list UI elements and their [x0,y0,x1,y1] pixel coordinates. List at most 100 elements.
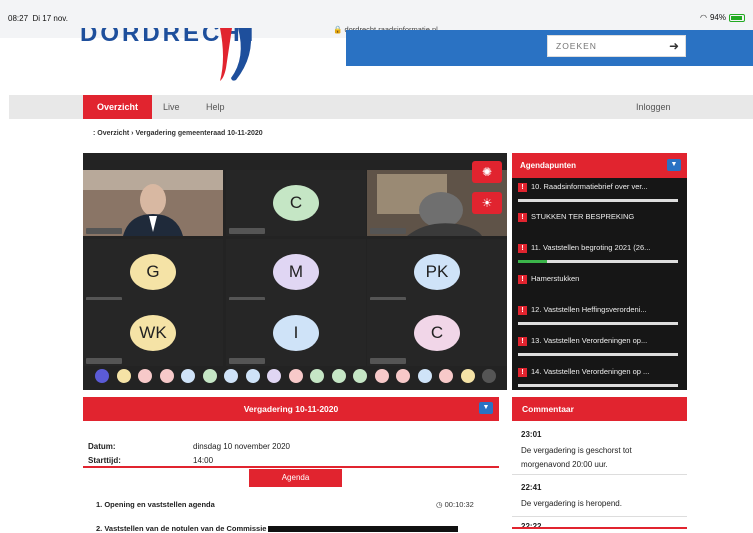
meeting-start: Starttijd: 14:00 [88,456,214,465]
tab-agenda[interactable]: Agenda [249,469,342,487]
participant-avatar: WK [130,315,176,351]
search-box[interactable]: ➜ [547,35,686,57]
meeting-title: Vergadering 10-11-2020 [243,404,339,414]
comment-time: 22:41 [521,483,542,492]
participant-tile: G [83,239,223,305]
participant-dot-avatar[interactable] [396,369,410,383]
tab-overzicht[interactable]: Overzicht [83,95,153,119]
meeting-date: Datum: dinsdag 10 november 2020 [88,442,290,451]
battery-icon [729,13,745,22]
participant-name-tag [229,358,265,364]
participant-dot-avatar[interactable] [331,369,346,383]
gear-icon: ✺ [481,165,493,179]
divider [512,527,687,529]
participant-name-tag [229,228,265,234]
search-input[interactable] [548,36,658,56]
participant-avatar: PK [414,254,460,290]
participant-tile: WK [83,300,223,366]
alert-icon: ! [518,212,527,222]
agenda-panel-header: Agendapunten ▼ [512,153,687,178]
alert-icon: ! [518,243,527,253]
agenda-item[interactable]: ! 10. Raadsinformatiebrief over ver... [518,182,683,206]
alert-icon: ! [518,305,527,315]
item-progress [518,353,678,356]
site-logo[interactable]: DORDRECHT [80,28,270,83]
item-progress [518,199,678,202]
comment-text: De vergadering is heropend. [521,499,622,508]
battery-indicator: ◠ 94% [700,13,745,22]
login-link[interactable]: Inloggen [636,95,671,119]
item-progress [518,384,678,387]
agenda-row-duration: ◷ 00:10:32 [436,500,474,509]
participant-dot-avatar[interactable] [95,369,109,383]
participant-name-tag [86,228,122,234]
participant-avatar: I [273,315,319,351]
sun-icon: ☀ [481,196,493,210]
comments-header: Commentaar [512,397,687,421]
divider [83,466,499,468]
participant-dot-avatar[interactable] [159,369,174,383]
participant-dot-avatar[interactable] [116,369,131,383]
participant-name-tag [86,358,122,364]
meeting-header[interactable]: Vergadering 10-11-2020 ▼ [83,397,499,421]
breadcrumb: : Overzicht › Vergadering gemeenteraad 1… [93,130,263,137]
agenda-panel: Agendapunten ▼ ! 10. Raadsinformatiebrief … [512,153,687,390]
redacted-text [268,526,459,533]
divider [512,516,687,517]
participant-tile: PK [367,239,507,305]
participant-dot-avatar[interactable] [267,369,281,383]
participant-avatar: C [273,185,319,221]
search-arrow-icon[interactable]: ➜ [669,39,679,53]
divider [512,474,687,475]
participant-dot-avatar[interactable] [202,369,217,383]
agenda-item[interactable]: ! 12. Vaststellen Heffingsverordeni... [518,305,683,329]
participant-dot-avatar[interactable] [374,369,389,383]
clock-icon: ◷ [436,500,443,509]
participant-avatar: G [130,254,176,290]
participant-tile-video [83,170,223,236]
main-nav: Overzicht Live Help Inloggen [9,95,753,119]
agenda-panel-title: Agendapunten [520,161,576,170]
video-player[interactable]: C G M PK WK I C ✺ ☀ [83,153,507,390]
participant-dot-avatar[interactable] [288,369,303,383]
alert-icon: ! [518,182,527,192]
participant-strip [95,369,496,383]
participant-dot-avatar[interactable] [245,369,260,383]
brightness-button[interactable]: ☀ [472,192,502,214]
participant-dot-avatar[interactable] [224,369,238,383]
item-progress [518,260,678,263]
participant-tile: C [226,170,366,236]
agenda-row[interactable]: 1. Opening en vaststellen agenda [96,500,215,509]
agenda-item[interactable]: ! 11. Vaststellen begroting 2021 (26... [518,243,683,267]
agenda-item[interactable]: ! STUKKEN TER BESPREKING [518,212,683,236]
breadcrumb-current: Vergadering gemeenteraad 10-11-2020 [135,130,263,137]
participant-name-tag [370,228,406,234]
breadcrumb-root[interactable]: : Overzicht [93,130,129,137]
participant-dot-avatar[interactable] [138,369,152,383]
participant-dot-avatar[interactable] [353,369,367,383]
alert-icon: ! [518,274,527,284]
status-time: 08:27 Di 17 nov. [8,14,68,23]
participant-tile: C [367,300,507,366]
participant-dot-avatar[interactable] [460,369,475,383]
chevron-down-icon[interactable]: ▼ [667,159,681,171]
settings-gear-button[interactable]: ✺ [472,161,502,183]
agenda-item[interactable]: ! Hamerstukken [518,274,683,298]
participant-dot-avatar[interactable] [181,369,195,383]
chevron-down-icon[interactable]: ▼ [479,402,493,414]
tab-live[interactable]: Live [163,95,180,119]
tab-help[interactable]: Help [206,95,225,119]
agenda-item[interactable]: ! 14. Vaststellen Verordeningen op ... [518,367,683,391]
item-progress [518,322,678,325]
participant-dot-avatar[interactable] [417,369,432,383]
breadcrumb-separator: › [131,130,134,137]
participant-dot-avatar[interactable] [310,369,324,383]
alert-icon: ! [518,367,527,377]
alert-icon: ! [518,336,527,346]
participant-name-tag [370,358,406,364]
participant-dot-avatar[interactable] [482,369,496,383]
participant-dot-avatar[interactable] [439,369,453,383]
comment-text: De vergadering is geschorst tot [521,446,632,455]
participant-tile: I [226,300,366,366]
agenda-item[interactable]: ! 13. Vaststellen Verordeningen op... [518,336,683,360]
